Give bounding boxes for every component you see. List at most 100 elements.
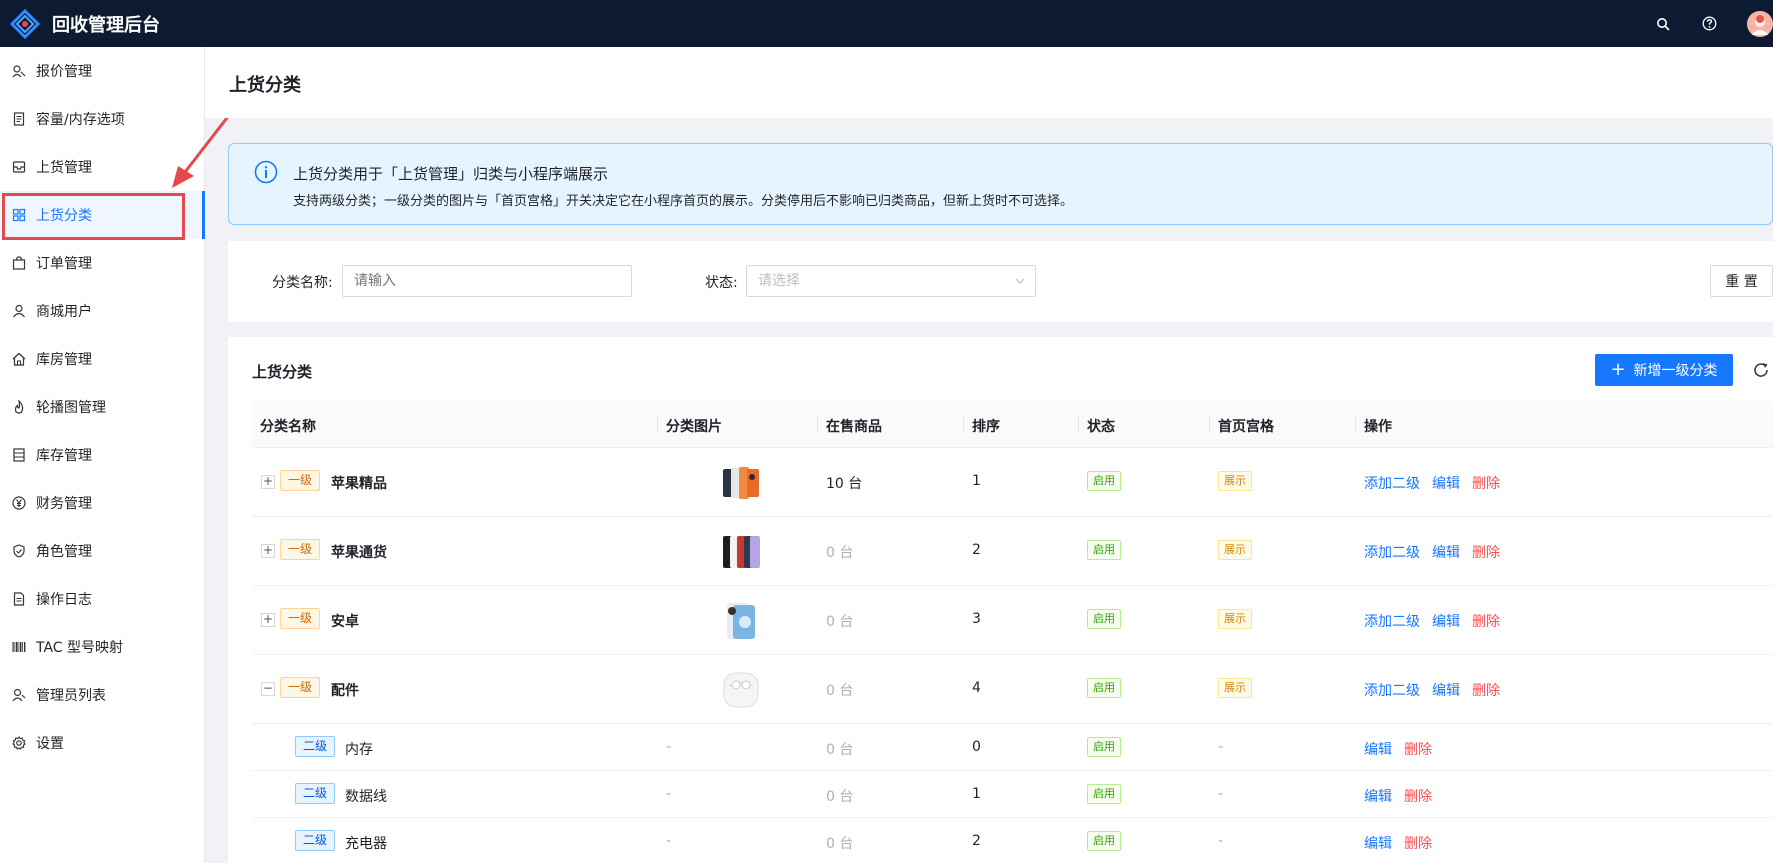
col-actions: 操作: [1364, 419, 1392, 435]
sort-value: 2: [972, 833, 981, 849]
sidebar-item-label: 操作日志: [36, 592, 92, 608]
delete-button[interactable]: 删除: [1404, 789, 1432, 805]
table-row: 二级 内存 - 0 台 0 启用 - 编辑 删除: [252, 724, 1773, 771]
col-on-sale: 在售商品: [826, 419, 882, 435]
col-image: 分类图片: [666, 419, 722, 435]
add-sub-button[interactable]: 添加二级: [1364, 614, 1420, 630]
table-row: 二级 数据线 - 0 台 1 启用 - 编辑 删除: [252, 771, 1773, 818]
status-filter-select[interactable]: 请选择: [746, 265, 1036, 297]
add-sub-button[interactable]: 添加二级: [1364, 545, 1420, 561]
top-header: 回收管理后台: [0, 0, 1773, 47]
edit-button[interactable]: 编辑: [1432, 614, 1460, 630]
status-filter-label: 状态:: [705, 275, 738, 291]
status-badge: 启用: [1087, 831, 1121, 851]
sort-value: 1: [972, 786, 981, 802]
delete-button[interactable]: 删除: [1472, 683, 1500, 699]
category-image-empty: -: [666, 833, 672, 849]
name-filter-input[interactable]: [342, 265, 632, 297]
status-select-placeholder: 请选择: [758, 273, 800, 289]
app-title: 回收管理后台: [52, 14, 160, 36]
edit-button[interactable]: 编辑: [1432, 545, 1460, 561]
edit-button[interactable]: 编辑: [1364, 789, 1392, 805]
home-icon: [12, 352, 26, 366]
iphone-image: [721, 532, 761, 572]
category-name: 数据线: [345, 789, 387, 805]
status-badge: 启用: [1087, 737, 1121, 757]
collapse-row-button[interactable]: −: [261, 682, 275, 696]
level-tag: 二级: [295, 736, 336, 757]
sidebar-item-quote[interactable]: 报价管理: [0, 47, 204, 95]
category-table: 分类名称 分类图片 在售商品 排序 状态 首页宫格 操作 + 一级 苹果精品 1…: [252, 401, 1773, 863]
on-sale-count: 0 台: [826, 836, 854, 852]
table-row: − 一级 配件 0 台 4 启用 展示 添加二级 编辑 删除: [252, 655, 1773, 724]
info-alert: 上货分类用于「上货管理」归类与小程序端展示 支持两级分类；一级分类的图片与「首页…: [228, 143, 1773, 225]
table-row: + 一级 苹果通货 0 台 2 启用 展示 添加二级 编辑 删除: [252, 517, 1773, 586]
edit-button[interactable]: 编辑: [1432, 683, 1460, 699]
grid-badge: 展示: [1218, 540, 1252, 560]
reset-button[interactable]: 重 置: [1710, 265, 1773, 297]
gear-icon: [12, 736, 26, 750]
grid-badge: 展示: [1218, 471, 1252, 491]
sidebar-item-label: 财务管理: [36, 496, 92, 512]
on-sale-count: 0 台: [826, 614, 854, 630]
delete-button[interactable]: 删除: [1404, 742, 1432, 758]
quote-icon: [12, 64, 26, 78]
sidebar-item-label: 设置: [36, 736, 64, 752]
table-header: 分类名称 分类图片 在售商品 排序 状态 首页宫格 操作: [252, 401, 1773, 448]
col-divider: [1355, 415, 1356, 433]
on-sale-count: 0 台: [826, 742, 854, 758]
expand-row-button[interactable]: +: [261, 613, 275, 627]
level-tag: 一级: [280, 677, 321, 698]
sidebar-item-logs[interactable]: 操作日志: [0, 575, 204, 623]
sidebar-item-finance[interactable]: 财务管理: [0, 479, 204, 527]
sort-value: 0: [972, 739, 981, 755]
category-name: 安卓: [331, 614, 359, 630]
add-category-button[interactable]: + 新增一级分类: [1595, 354, 1733, 386]
help-icon[interactable]: [1699, 14, 1719, 34]
sidebar-item-settings[interactable]: 设置: [0, 719, 204, 767]
refresh-icon[interactable]: [1751, 360, 1771, 380]
sidebar-item-orders[interactable]: 订单管理: [0, 239, 204, 287]
on-sale-count: 0 台: [826, 789, 854, 805]
edit-button[interactable]: 编辑: [1364, 836, 1392, 852]
delete-button[interactable]: 删除: [1472, 545, 1500, 561]
delete-button[interactable]: 删除: [1472, 614, 1500, 630]
category-table-card: 上货分类 + 新增一级分类 分类名称 分类图片 在售商品 排序 状态 首页宫格 …: [228, 337, 1773, 863]
sidebar-item-warehouse[interactable]: 库房管理: [0, 335, 204, 383]
search-icon[interactable]: [1653, 14, 1673, 34]
col-divider: [963, 415, 964, 433]
sidebar-item-tac[interactable]: TAC 型号映射: [0, 623, 204, 671]
alert-description: 支持两级分类；一级分类的图片与「首页宫格」开关决定它在小程序首页的展示。分类停用…: [293, 194, 1074, 209]
grid-badge: 展示: [1218, 678, 1252, 698]
sort-value: 3: [972, 611, 981, 627]
level-tag: 一级: [280, 470, 321, 491]
delete-button[interactable]: 删除: [1472, 476, 1500, 492]
bag-icon: [12, 256, 26, 270]
add-sub-button[interactable]: 添加二级: [1364, 683, 1420, 699]
expand-row-button[interactable]: +: [261, 544, 275, 558]
delete-button[interactable]: 删除: [1404, 836, 1432, 852]
category-name: 充电器: [345, 836, 387, 852]
add-sub-button[interactable]: 添加二级: [1364, 476, 1420, 492]
edit-button[interactable]: 编辑: [1364, 742, 1392, 758]
edit-button[interactable]: 编辑: [1432, 476, 1460, 492]
on-sale-count: 0 台: [826, 683, 854, 699]
level-tag: 一级: [280, 608, 321, 629]
sidebar-item-admins[interactable]: 管理员列表: [0, 671, 204, 719]
annotation-highlight-box: [2, 193, 185, 240]
sidebar-item-label: 轮播图管理: [36, 400, 106, 416]
expand-row-button[interactable]: +: [261, 475, 275, 489]
avatar[interactable]: [1747, 10, 1773, 37]
sidebar-item-users[interactable]: 商城用户: [0, 287, 204, 335]
status-badge: 启用: [1087, 678, 1121, 698]
sidebar-item-inventory[interactable]: 库存管理: [0, 431, 204, 479]
sidebar-item-label: 库存管理: [36, 448, 92, 464]
sidebar-item-roles[interactable]: 角色管理: [0, 527, 204, 575]
sidebar-item-banner[interactable]: 轮播图管理: [0, 383, 204, 431]
name-filter-label: 分类名称:: [272, 275, 333, 291]
info-icon: [254, 160, 278, 184]
category-name: 内存: [345, 742, 373, 758]
category-name: 苹果精品: [331, 476, 387, 492]
col-status: 状态: [1087, 419, 1115, 435]
sidebar-item-label: 库房管理: [36, 352, 92, 368]
